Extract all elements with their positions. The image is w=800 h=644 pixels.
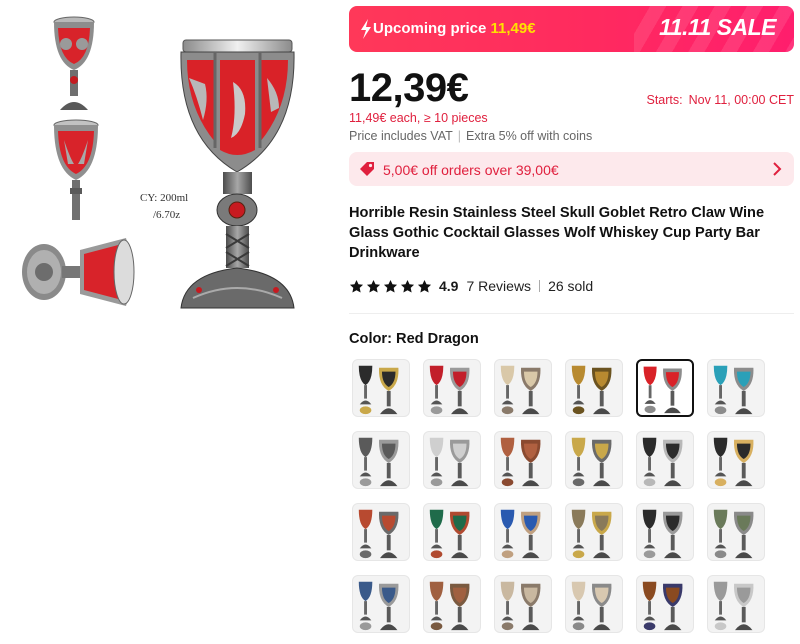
swatch-goblet-image xyxy=(713,437,754,487)
color-swatch[interactable] xyxy=(636,359,694,417)
color-swatch[interactable] xyxy=(352,359,410,417)
goblet-thumbnail-bottom[interactable] xyxy=(18,232,136,312)
reviews-link[interactable]: 7 Reviews xyxy=(466,278,531,294)
color-swatch[interactable] xyxy=(352,431,410,489)
swatch-goblet-image xyxy=(358,581,399,631)
color-swatch[interactable] xyxy=(494,575,552,633)
swatch-goblet-image xyxy=(713,509,754,559)
starts-value: Nov 11, 00:00 CET xyxy=(688,93,794,107)
vat-separator: | xyxy=(457,129,461,143)
section-divider xyxy=(349,313,794,314)
tag-icon xyxy=(360,162,374,176)
swatch-goblet-image xyxy=(642,437,683,487)
color-swatch[interactable] xyxy=(494,503,552,561)
sale-event-title: 11.11 SALE xyxy=(659,14,776,40)
color-swatch[interactable] xyxy=(707,503,765,561)
product-title: Horrible Resin Stainless Steel Skull Gob… xyxy=(349,205,765,261)
color-swatch[interactable] xyxy=(352,575,410,633)
bulk-price: 11,49€ each, ≥ 10 pieces xyxy=(349,111,488,125)
star-icon xyxy=(366,279,381,292)
swatch-goblet-image xyxy=(429,365,470,415)
star-icon xyxy=(349,279,364,292)
star-icon xyxy=(417,279,432,292)
upcoming-price-text: Upcoming price 11,49€ xyxy=(373,20,536,37)
upcoming-price-value: 11,49€ xyxy=(490,20,536,37)
goblet-thumbnail-middle[interactable] xyxy=(50,118,102,228)
swatch-goblet-image xyxy=(571,509,612,559)
color-swatch[interactable] xyxy=(565,575,623,633)
color-swatch[interactable] xyxy=(636,431,694,489)
swatch-goblet-image xyxy=(571,581,612,631)
rating-separator xyxy=(539,280,541,292)
color-swatch[interactable] xyxy=(565,431,623,489)
swatch-goblet-image xyxy=(429,581,470,631)
color-swatch[interactable] xyxy=(423,359,481,417)
color-swatch[interactable] xyxy=(494,431,552,489)
swatch-goblet-image xyxy=(713,365,754,415)
color-swatch[interactable] xyxy=(565,359,623,417)
sale-start-time: Starts: Nov 11, 00:00 CET xyxy=(646,93,794,107)
starts-label: Starts: xyxy=(646,93,683,107)
swatch-goblet-image xyxy=(642,581,683,631)
rating-row[interactable]: 4.9 7 Reviews 26 sold xyxy=(349,277,593,295)
color-label-prefix: Color: xyxy=(349,331,392,347)
color-swatch[interactable] xyxy=(707,359,765,417)
swatch-goblet-image xyxy=(571,365,612,415)
main-product-image[interactable] xyxy=(175,38,300,313)
color-swatch[interactable] xyxy=(423,503,481,561)
color-swatch[interactable] xyxy=(707,431,765,489)
color-swatch[interactable] xyxy=(636,503,694,561)
vat-text: Price includes VAT xyxy=(349,129,453,143)
color-label: Color: Red Dragon xyxy=(349,331,479,347)
swatch-goblet-image xyxy=(500,365,541,415)
upcoming-price-label: Upcoming price xyxy=(373,20,487,37)
swatch-goblet-image xyxy=(358,365,399,415)
star-icon xyxy=(383,279,398,292)
coins-text: Extra 5% off with coins xyxy=(466,129,593,143)
color-swatch[interactable] xyxy=(494,359,552,417)
swatch-goblet-image xyxy=(571,437,612,487)
selected-color-name: Red Dragon xyxy=(396,331,479,347)
star-icon xyxy=(400,279,415,292)
lightning-icon xyxy=(361,19,371,39)
swatch-goblet-image xyxy=(500,581,541,631)
swatch-goblet-image xyxy=(429,509,470,559)
swatch-goblet-image xyxy=(358,437,399,487)
coupon-text: 5,00€ off orders over 39,00€ xyxy=(383,162,559,178)
color-swatch[interactable] xyxy=(423,431,481,489)
swatch-goblet-image xyxy=(713,581,754,631)
color-swatch[interactable] xyxy=(636,575,694,633)
sale-banner[interactable]: Upcoming price 11,49€ 11.11 SALE xyxy=(349,6,794,52)
swatch-goblet-image xyxy=(358,509,399,559)
coupon-banner[interactable]: 5,00€ off orders over 39,00€ xyxy=(349,152,794,186)
sold-count: 26 sold xyxy=(548,278,594,294)
rating-value: 4.9 xyxy=(439,278,459,294)
rating-stars xyxy=(349,279,432,294)
product-image-gallery[interactable]: CY: 200ml /6.70z xyxy=(0,0,330,330)
chevron-right-icon[interactable] xyxy=(772,161,782,177)
swatch-goblet-image xyxy=(429,437,470,487)
color-swatch[interactable] xyxy=(565,503,623,561)
swatch-goblet-image xyxy=(643,366,682,414)
swatch-goblet-image xyxy=(500,509,541,559)
vat-info: Price includes VAT | Extra 5% off with coi… xyxy=(349,129,592,143)
swatch-goblet-image xyxy=(500,437,541,487)
current-price: 12,39€ xyxy=(349,66,469,110)
color-swatch[interactable] xyxy=(707,575,765,633)
swatch-goblet-image xyxy=(642,509,683,559)
goblet-thumbnail-top[interactable] xyxy=(48,14,100,114)
color-swatch[interactable] xyxy=(423,575,481,633)
color-swatch[interactable] xyxy=(352,503,410,561)
